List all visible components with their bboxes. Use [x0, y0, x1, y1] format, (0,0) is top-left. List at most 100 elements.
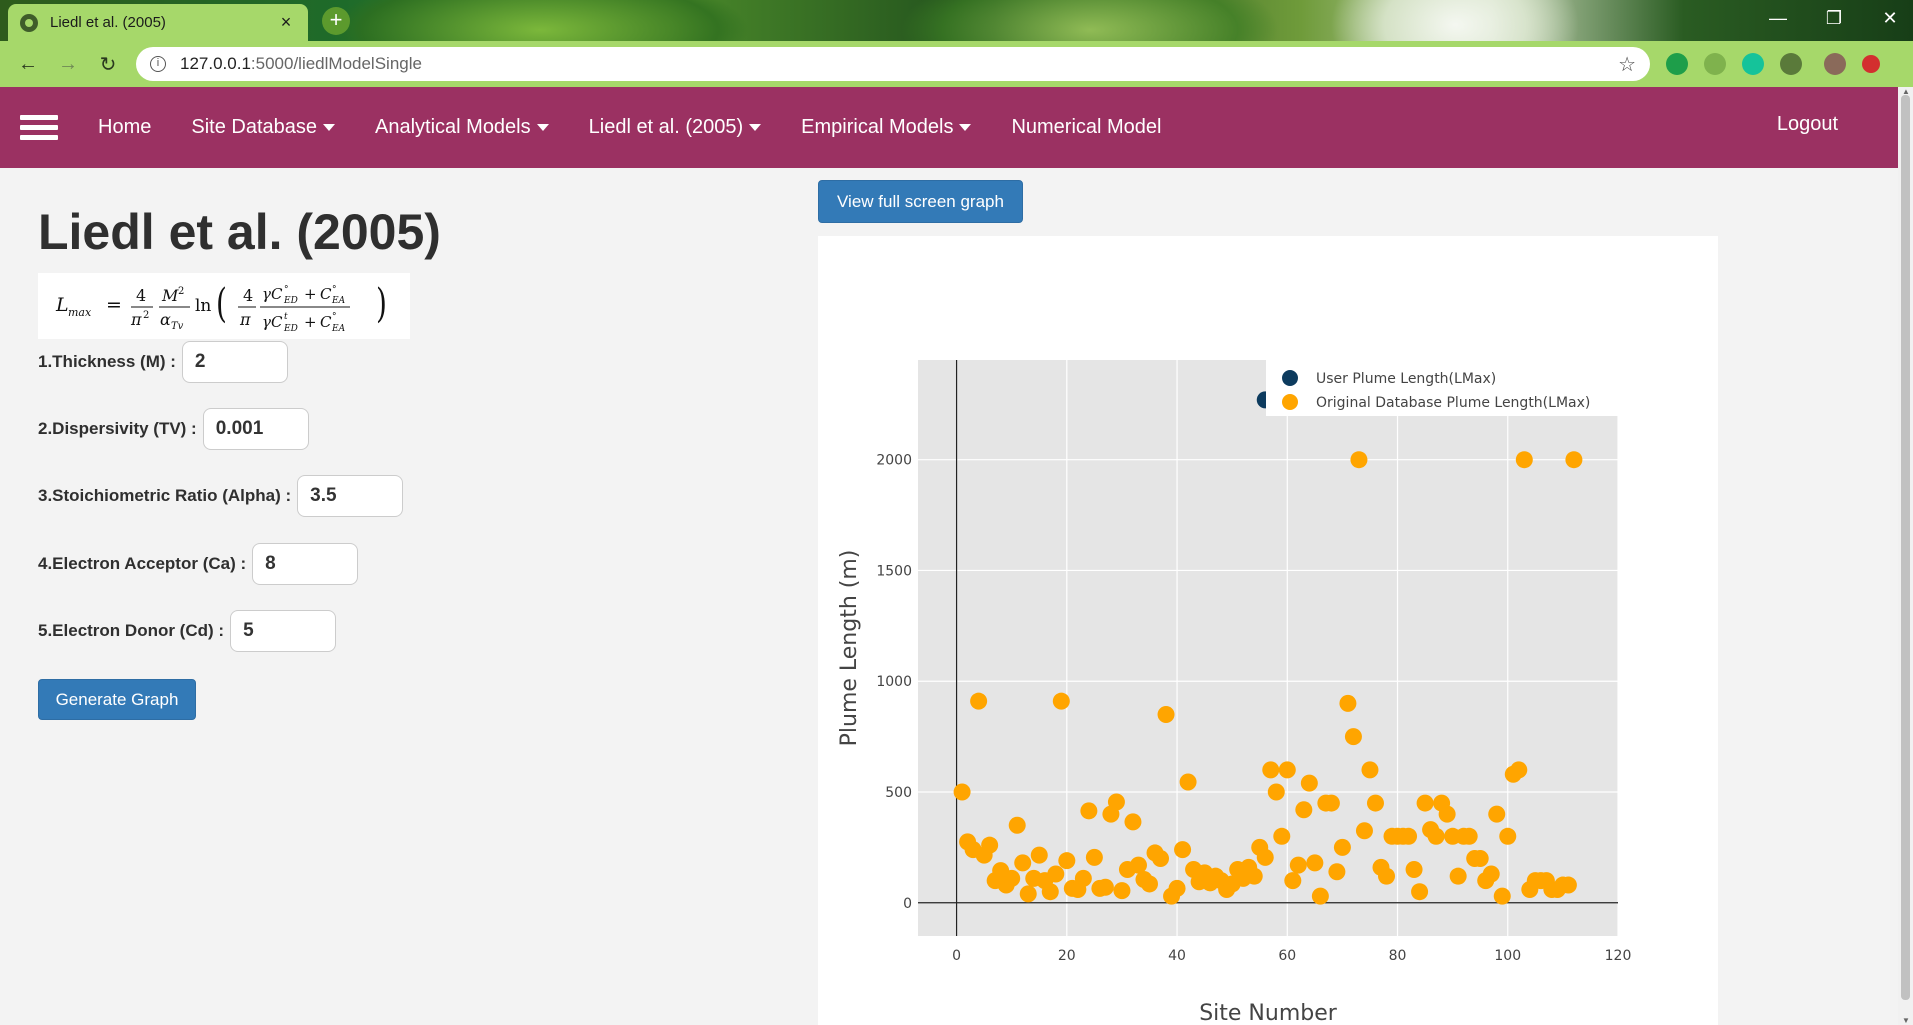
- data-point[interactable]: [1411, 883, 1429, 901]
- data-point[interactable]: [1471, 849, 1489, 867]
- data-point[interactable]: [1179, 773, 1197, 791]
- data-point[interactable]: [1174, 841, 1192, 859]
- data-point[interactable]: [1366, 794, 1384, 812]
- restore-window-icon[interactable]: ❐: [1806, 0, 1862, 36]
- data-point[interactable]: [1124, 813, 1142, 831]
- data-point[interactable]: [1107, 793, 1125, 811]
- data-point[interactable]: [1515, 451, 1533, 469]
- data-point[interactable]: [1168, 879, 1186, 897]
- nav-site-database[interactable]: Site Database: [191, 116, 335, 139]
- forward-arrow-icon[interactable]: →: [48, 53, 88, 76]
- reload-icon[interactable]: ↻: [88, 52, 128, 77]
- data-point[interactable]: [981, 836, 999, 854]
- data-point[interactable]: [1157, 705, 1175, 723]
- bookmark-star-icon[interactable]: ☆: [1618, 52, 1636, 77]
- data-point[interactable]: [1460, 827, 1478, 845]
- data-point[interactable]: [1344, 728, 1362, 746]
- data-point[interactable]: [1284, 872, 1302, 890]
- data-point[interactable]: [1058, 852, 1076, 870]
- data-point[interactable]: [1140, 875, 1158, 893]
- donor-input[interactable]: [230, 610, 337, 652]
- data-point[interactable]: [1041, 883, 1059, 901]
- update-alert-icon[interactable]: [1862, 55, 1880, 73]
- profile-avatar[interactable]: [1824, 53, 1846, 75]
- data-point[interactable]: [1378, 867, 1396, 885]
- dispersivity-input[interactable]: [202, 408, 309, 450]
- new-tab-button[interactable]: +: [322, 7, 350, 35]
- data-point[interactable]: [1333, 838, 1351, 856]
- browser-tab[interactable]: Liedl et al. (2005) ×: [8, 4, 308, 41]
- data-point[interactable]: [970, 692, 988, 710]
- close-window-icon[interactable]: ✕: [1862, 0, 1913, 36]
- data-point[interactable]: [1449, 867, 1467, 885]
- data-point[interactable]: [1008, 816, 1026, 834]
- data-point[interactable]: [1493, 887, 1511, 905]
- data-point[interactable]: [953, 783, 971, 801]
- stoich-input[interactable]: [297, 475, 404, 517]
- page-scrollbar[interactable]: ▲ ▼: [1898, 87, 1913, 1025]
- data-point[interactable]: [1405, 861, 1423, 879]
- chart-legend[interactable]: User Plume Length(LMax) Original Database…: [1266, 360, 1618, 416]
- data-point[interactable]: [1295, 801, 1313, 819]
- view-full-screen-graph-button[interactable]: View full screen graph: [818, 180, 1023, 223]
- nav-numerical-model[interactable]: Numerical Model: [1011, 116, 1161, 139]
- thickness-input[interactable]: [181, 341, 288, 383]
- data-point[interactable]: [1488, 805, 1506, 823]
- data-point[interactable]: [1438, 805, 1456, 823]
- data-point[interactable]: [1052, 692, 1070, 710]
- nav-empirical-models[interactable]: Empirical Models: [801, 116, 972, 139]
- generate-graph-button[interactable]: Generate Graph: [38, 679, 196, 720]
- data-point[interactable]: [1400, 827, 1418, 845]
- data-point[interactable]: [1565, 451, 1583, 469]
- data-point[interactable]: [1339, 694, 1357, 712]
- logout-link[interactable]: Logout: [1777, 113, 1838, 136]
- data-point[interactable]: [1416, 794, 1434, 812]
- data-point[interactable]: [1273, 827, 1291, 845]
- data-point[interactable]: [1047, 865, 1065, 883]
- url-field[interactable]: i 127.0.0.1:5000/liedlModelSingle ☆: [136, 47, 1650, 81]
- data-point[interactable]: [1328, 863, 1346, 881]
- hamburger-menu-icon[interactable]: [20, 110, 58, 145]
- data-point[interactable]: [1019, 885, 1037, 903]
- nav-analytical-models[interactable]: Analytical Models: [375, 116, 549, 139]
- site-info-icon[interactable]: i: [150, 56, 166, 72]
- nav-liedl[interactable]: Liedl et al. (2005): [589, 116, 762, 139]
- data-point[interactable]: [1355, 822, 1373, 840]
- data-point[interactable]: [1113, 882, 1131, 900]
- data-point[interactable]: [1152, 849, 1170, 867]
- data-point[interactable]: [1350, 451, 1368, 469]
- data-point[interactable]: [1289, 856, 1307, 874]
- nav-home[interactable]: Home: [98, 116, 151, 139]
- extension-grammarly-icon[interactable]: [1742, 53, 1764, 75]
- data-point[interactable]: [1306, 854, 1324, 872]
- data-point[interactable]: [1014, 854, 1032, 872]
- data-point[interactable]: [1278, 761, 1296, 779]
- back-arrow-icon[interactable]: ←: [8, 53, 48, 76]
- acceptor-input[interactable]: [252, 543, 359, 585]
- scroll-down-icon[interactable]: ▼: [1902, 1016, 1910, 1025]
- data-point[interactable]: [1262, 761, 1280, 779]
- data-point[interactable]: [1030, 846, 1048, 864]
- data-point[interactable]: [1256, 848, 1274, 866]
- data-point[interactable]: [1510, 761, 1528, 779]
- data-point[interactable]: [1482, 865, 1500, 883]
- data-point[interactable]: [1559, 876, 1577, 894]
- data-point[interactable]: [1003, 869, 1021, 887]
- tab-close-icon[interactable]: ×: [276, 12, 296, 33]
- data-point[interactable]: [1267, 783, 1285, 801]
- data-point[interactable]: [1096, 878, 1114, 896]
- minimize-window-icon[interactable]: —: [1750, 0, 1806, 36]
- data-point[interactable]: [1322, 794, 1340, 812]
- data-point[interactable]: [1361, 761, 1379, 779]
- data-point[interactable]: [1074, 869, 1092, 887]
- extension-recycle-icon[interactable]: [1780, 53, 1802, 75]
- extension-green-icon[interactable]: [1666, 53, 1688, 75]
- data-point[interactable]: [1245, 867, 1263, 885]
- data-point[interactable]: [1311, 887, 1329, 905]
- data-point[interactable]: [1080, 802, 1098, 820]
- scrollbar-thumb[interactable]: [1901, 95, 1910, 1000]
- data-point[interactable]: [1300, 774, 1318, 792]
- data-point[interactable]: [1499, 827, 1517, 845]
- data-point[interactable]: [1427, 827, 1445, 845]
- extension-react-icon[interactable]: [1704, 53, 1726, 75]
